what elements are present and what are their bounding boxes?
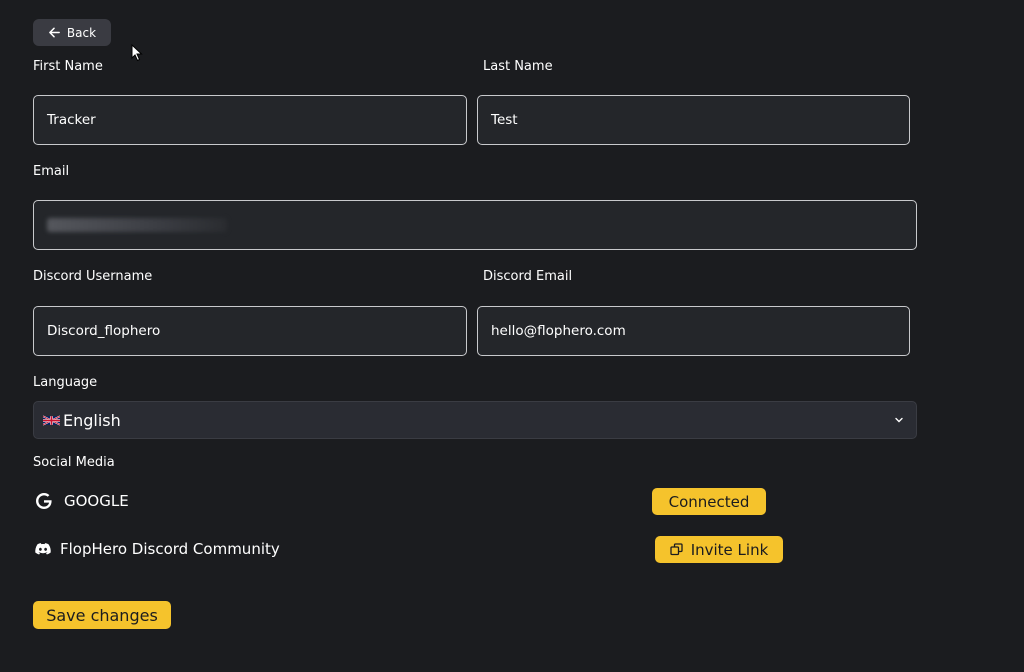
discord-username-label: Discord Username [33, 269, 153, 284]
last-name-input[interactable]: Test [477, 95, 910, 145]
discord-username-value: Discord_flophero [47, 323, 161, 339]
discord-email-label: Discord Email [483, 269, 573, 284]
first-name-input[interactable]: Tracker [33, 95, 467, 145]
discord-email-input[interactable]: hello@flophero.com [477, 306, 910, 356]
discord-icon [35, 543, 51, 555]
first-name-value: Tracker [47, 112, 96, 128]
language-select[interactable]: English [33, 401, 917, 439]
copy-icon [670, 543, 683, 556]
chevron-down-icon [895, 417, 903, 423]
email-redacted-value [47, 218, 227, 232]
email-label: Email [33, 164, 70, 179]
discord-email-value: hello@flophero.com [491, 323, 626, 339]
invite-link-label: Invite Link [690, 540, 769, 559]
first-name-label: First Name [33, 59, 103, 74]
social-row-google: GOOGLE [33, 490, 129, 512]
social-media-heading: Social Media [33, 455, 115, 470]
invite-link-button[interactable]: Invite Link [655, 536, 783, 563]
arrow-left-icon [49, 27, 60, 38]
back-label: Back [66, 25, 97, 40]
google-connected-button[interactable]: Connected [652, 488, 766, 515]
save-changes-label: Save changes [46, 605, 158, 625]
language-value: English [63, 410, 121, 430]
last-name-label: Last Name [483, 59, 553, 74]
email-input[interactable] [33, 200, 917, 250]
save-changes-button[interactable]: Save changes [33, 601, 171, 629]
uk-flag-icon [43, 414, 60, 426]
social-row-discord: FlopHero Discord Community [35, 540, 280, 558]
discord-username-input[interactable]: Discord_flophero [33, 306, 467, 356]
discord-community-label: FlopHero Discord Community [60, 540, 280, 558]
google-label: GOOGLE [64, 492, 129, 510]
last-name-value: Test [491, 112, 518, 128]
mouse-cursor-icon [131, 44, 143, 62]
google-status-label: Connected [668, 492, 750, 511]
back-button[interactable]: Back [33, 19, 111, 46]
language-label: Language [33, 375, 98, 390]
google-icon [36, 493, 52, 509]
